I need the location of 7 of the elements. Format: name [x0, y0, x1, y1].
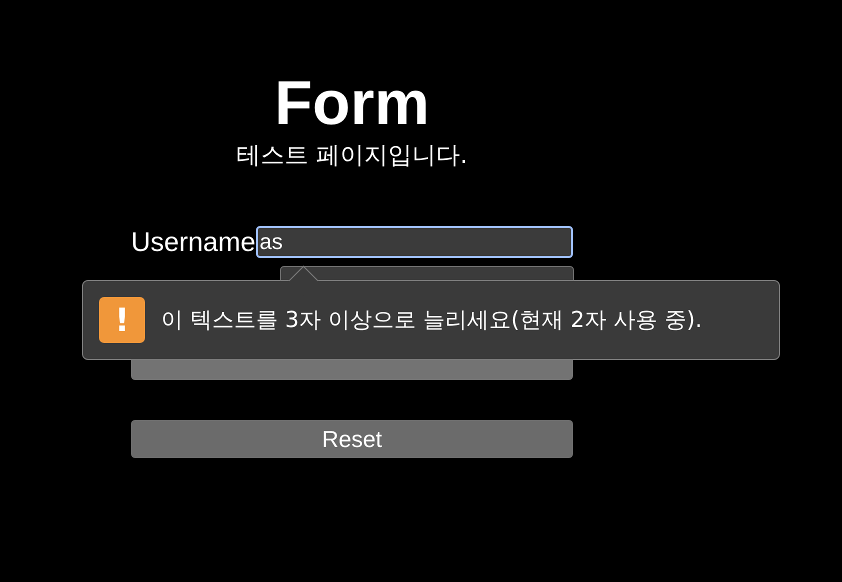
reset-button[interactable]: Reset [131, 420, 573, 458]
field-label: Username [131, 226, 256, 258]
page-subtitle: 테스트 페이지입니다. [236, 140, 468, 170]
page-title: Form [274, 68, 430, 140]
tooltip-message: 이 텍스트를 3자 이상으로 늘리세요(현재 2자 사용 중). [161, 307, 702, 335]
input-field[interactable]: as [256, 226, 573, 258]
warning-icon: ! [99, 297, 145, 343]
